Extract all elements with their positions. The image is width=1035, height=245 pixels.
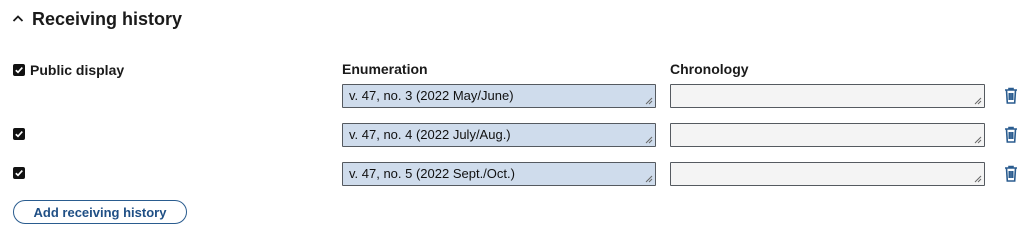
enumeration-field[interactable]: v. 47, no. 4 (2022 July/Aug.) xyxy=(342,123,656,147)
section-header[interactable]: Receiving history xyxy=(12,6,182,32)
trash-icon[interactable] xyxy=(1004,126,1018,143)
resize-grip-icon[interactable] xyxy=(974,97,982,105)
enumeration-value: v. 47, no. 4 (2022 July/Aug.) xyxy=(349,127,511,142)
trash-icon[interactable] xyxy=(1004,87,1018,104)
resize-grip-icon[interactable] xyxy=(974,136,982,144)
checkmark-icon xyxy=(15,131,23,138)
chronology-field[interactable] xyxy=(670,162,985,186)
public-display-checkbox-all[interactable] xyxy=(13,64,25,76)
resize-grip-icon[interactable] xyxy=(645,175,653,183)
add-receiving-history-button[interactable]: Add receiving history xyxy=(13,200,187,224)
chronology-field[interactable] xyxy=(670,84,985,108)
resize-grip-icon[interactable] xyxy=(645,97,653,105)
enumeration-value: v. 47, no. 3 (2022 May/June) xyxy=(349,88,514,103)
trash-icon[interactable] xyxy=(1004,165,1018,182)
section-title: Receiving history xyxy=(32,8,183,29)
chevron-up-icon[interactable] xyxy=(12,11,28,27)
enumeration-header: Enumeration xyxy=(342,61,428,77)
resize-grip-icon[interactable] xyxy=(974,175,982,183)
public-display-label: Public display xyxy=(30,62,125,78)
chronology-header: Chronology xyxy=(670,61,749,77)
checkmark-icon xyxy=(15,170,23,177)
enumeration-field[interactable]: v. 47, no. 3 (2022 May/June) xyxy=(342,84,656,108)
chronology-field[interactable] xyxy=(670,123,985,147)
enumeration-value: v. 47, no. 5 (2022 Sept./Oct.) xyxy=(349,166,515,181)
public-display-checkbox[interactable] xyxy=(13,167,25,179)
resize-grip-icon[interactable] xyxy=(645,136,653,144)
enumeration-field[interactable]: v. 47, no. 5 (2022 Sept./Oct.) xyxy=(342,162,656,186)
checkmark-icon xyxy=(15,67,23,74)
public-display-checkbox[interactable] xyxy=(13,128,25,140)
